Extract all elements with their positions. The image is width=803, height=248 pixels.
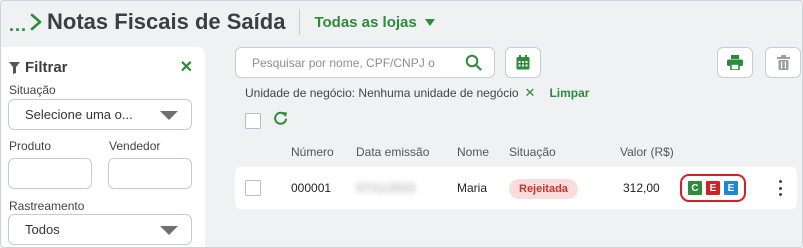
produto-label: Produto	[9, 139, 52, 153]
cell-valor: 312,00	[623, 181, 660, 195]
search-box	[235, 47, 495, 78]
rastreamento-select[interactable]: Todos	[8, 214, 192, 245]
status-badge: Rejeitada	[509, 179, 578, 199]
kebab-dot	[778, 186, 782, 190]
kebab-menu-icon[interactable]	[777, 180, 783, 196]
rastreamento-label: Rastreamento	[9, 199, 85, 213]
situacao-label: Situação	[9, 83, 56, 97]
search-icon[interactable]	[465, 54, 482, 71]
filter-panel: Filtrar ✕ Situação Selecione uma o... Pr…	[1, 47, 205, 247]
kebab-dot	[778, 193, 782, 196]
store-selector[interactable]: Todas as lojas	[314, 13, 435, 31]
column-header-nome[interactable]: Nome	[457, 145, 489, 159]
select-all-checkbox[interactable]	[245, 113, 261, 129]
column-header-numero[interactable]: Número	[291, 145, 334, 159]
active-filters: Unidade de negócio: Nenhuma unidade de n…	[245, 85, 589, 101]
filter-title: Filtrar	[25, 59, 68, 76]
trash-icon	[776, 55, 790, 70]
funnel-icon	[9, 61, 20, 74]
title-divider	[299, 9, 301, 35]
caret-down-icon	[424, 18, 435, 26]
kebab-dot	[778, 180, 782, 183]
date-filter-button[interactable]	[505, 47, 541, 78]
printer-icon	[727, 55, 743, 70]
delete-button[interactable]	[765, 47, 801, 78]
cell-numero: 000001	[291, 181, 332, 195]
page-header: ... Notas Fiscais de Saída Todas as loja…	[9, 5, 435, 39]
situacao-select[interactable]: Selecione uma o...	[8, 99, 192, 130]
row-checkbox[interactable]	[245, 180, 261, 196]
situacao-value: Selecione uma o...	[25, 107, 133, 122]
cell-nome: Maria	[457, 181, 488, 195]
clear-filters-link[interactable]: Limpar	[549, 86, 589, 100]
doc-c-badge[interactable]: C	[688, 181, 702, 195]
page-title: Notas Fiscais de Saída	[47, 9, 286, 34]
vendedor-label: Vendedor	[109, 139, 161, 153]
calendar-icon	[516, 55, 530, 70]
close-icon[interactable]: ✕	[180, 57, 193, 77]
table-row[interactable]: 000001 07/11/2023 Maria Rejeitada 312,00…	[235, 167, 797, 209]
app-window: ... Notas Fiscais de Saída Todas as loja…	[0, 0, 803, 248]
refresh-icon[interactable]	[273, 111, 288, 126]
doc-e-badge[interactable]: E	[724, 181, 738, 195]
breadcrumb-back[interactable]: ...	[9, 15, 27, 36]
caret-down-icon	[160, 111, 178, 120]
column-header-data-emissao[interactable]: Data emissão	[356, 145, 429, 159]
remove-filter-icon[interactable]: ✕	[525, 85, 536, 101]
caret-down-icon	[160, 226, 178, 235]
produto-input[interactable]	[8, 158, 92, 189]
vendedor-input[interactable]	[108, 158, 192, 189]
rastreamento-value: Todos	[25, 222, 60, 237]
cell-data-emissao: 07/11/2023	[356, 181, 416, 195]
column-header-valor[interactable]: Valor (R$)	[620, 145, 674, 159]
search-input[interactable]	[252, 55, 462, 70]
store-selector-label: Todas as lojas	[314, 13, 417, 31]
filter-chip-label: Unidade de negócio: Nenhuma unidade de n…	[245, 86, 519, 100]
chevron-right-icon	[30, 13, 42, 31]
filter-header: Filtrar	[9, 59, 68, 76]
document-links-group: C E E	[680, 174, 746, 202]
print-button[interactable]	[717, 47, 753, 78]
doc-e-badge[interactable]: E	[706, 181, 720, 195]
column-header-situacao[interactable]: Situação	[509, 145, 556, 159]
